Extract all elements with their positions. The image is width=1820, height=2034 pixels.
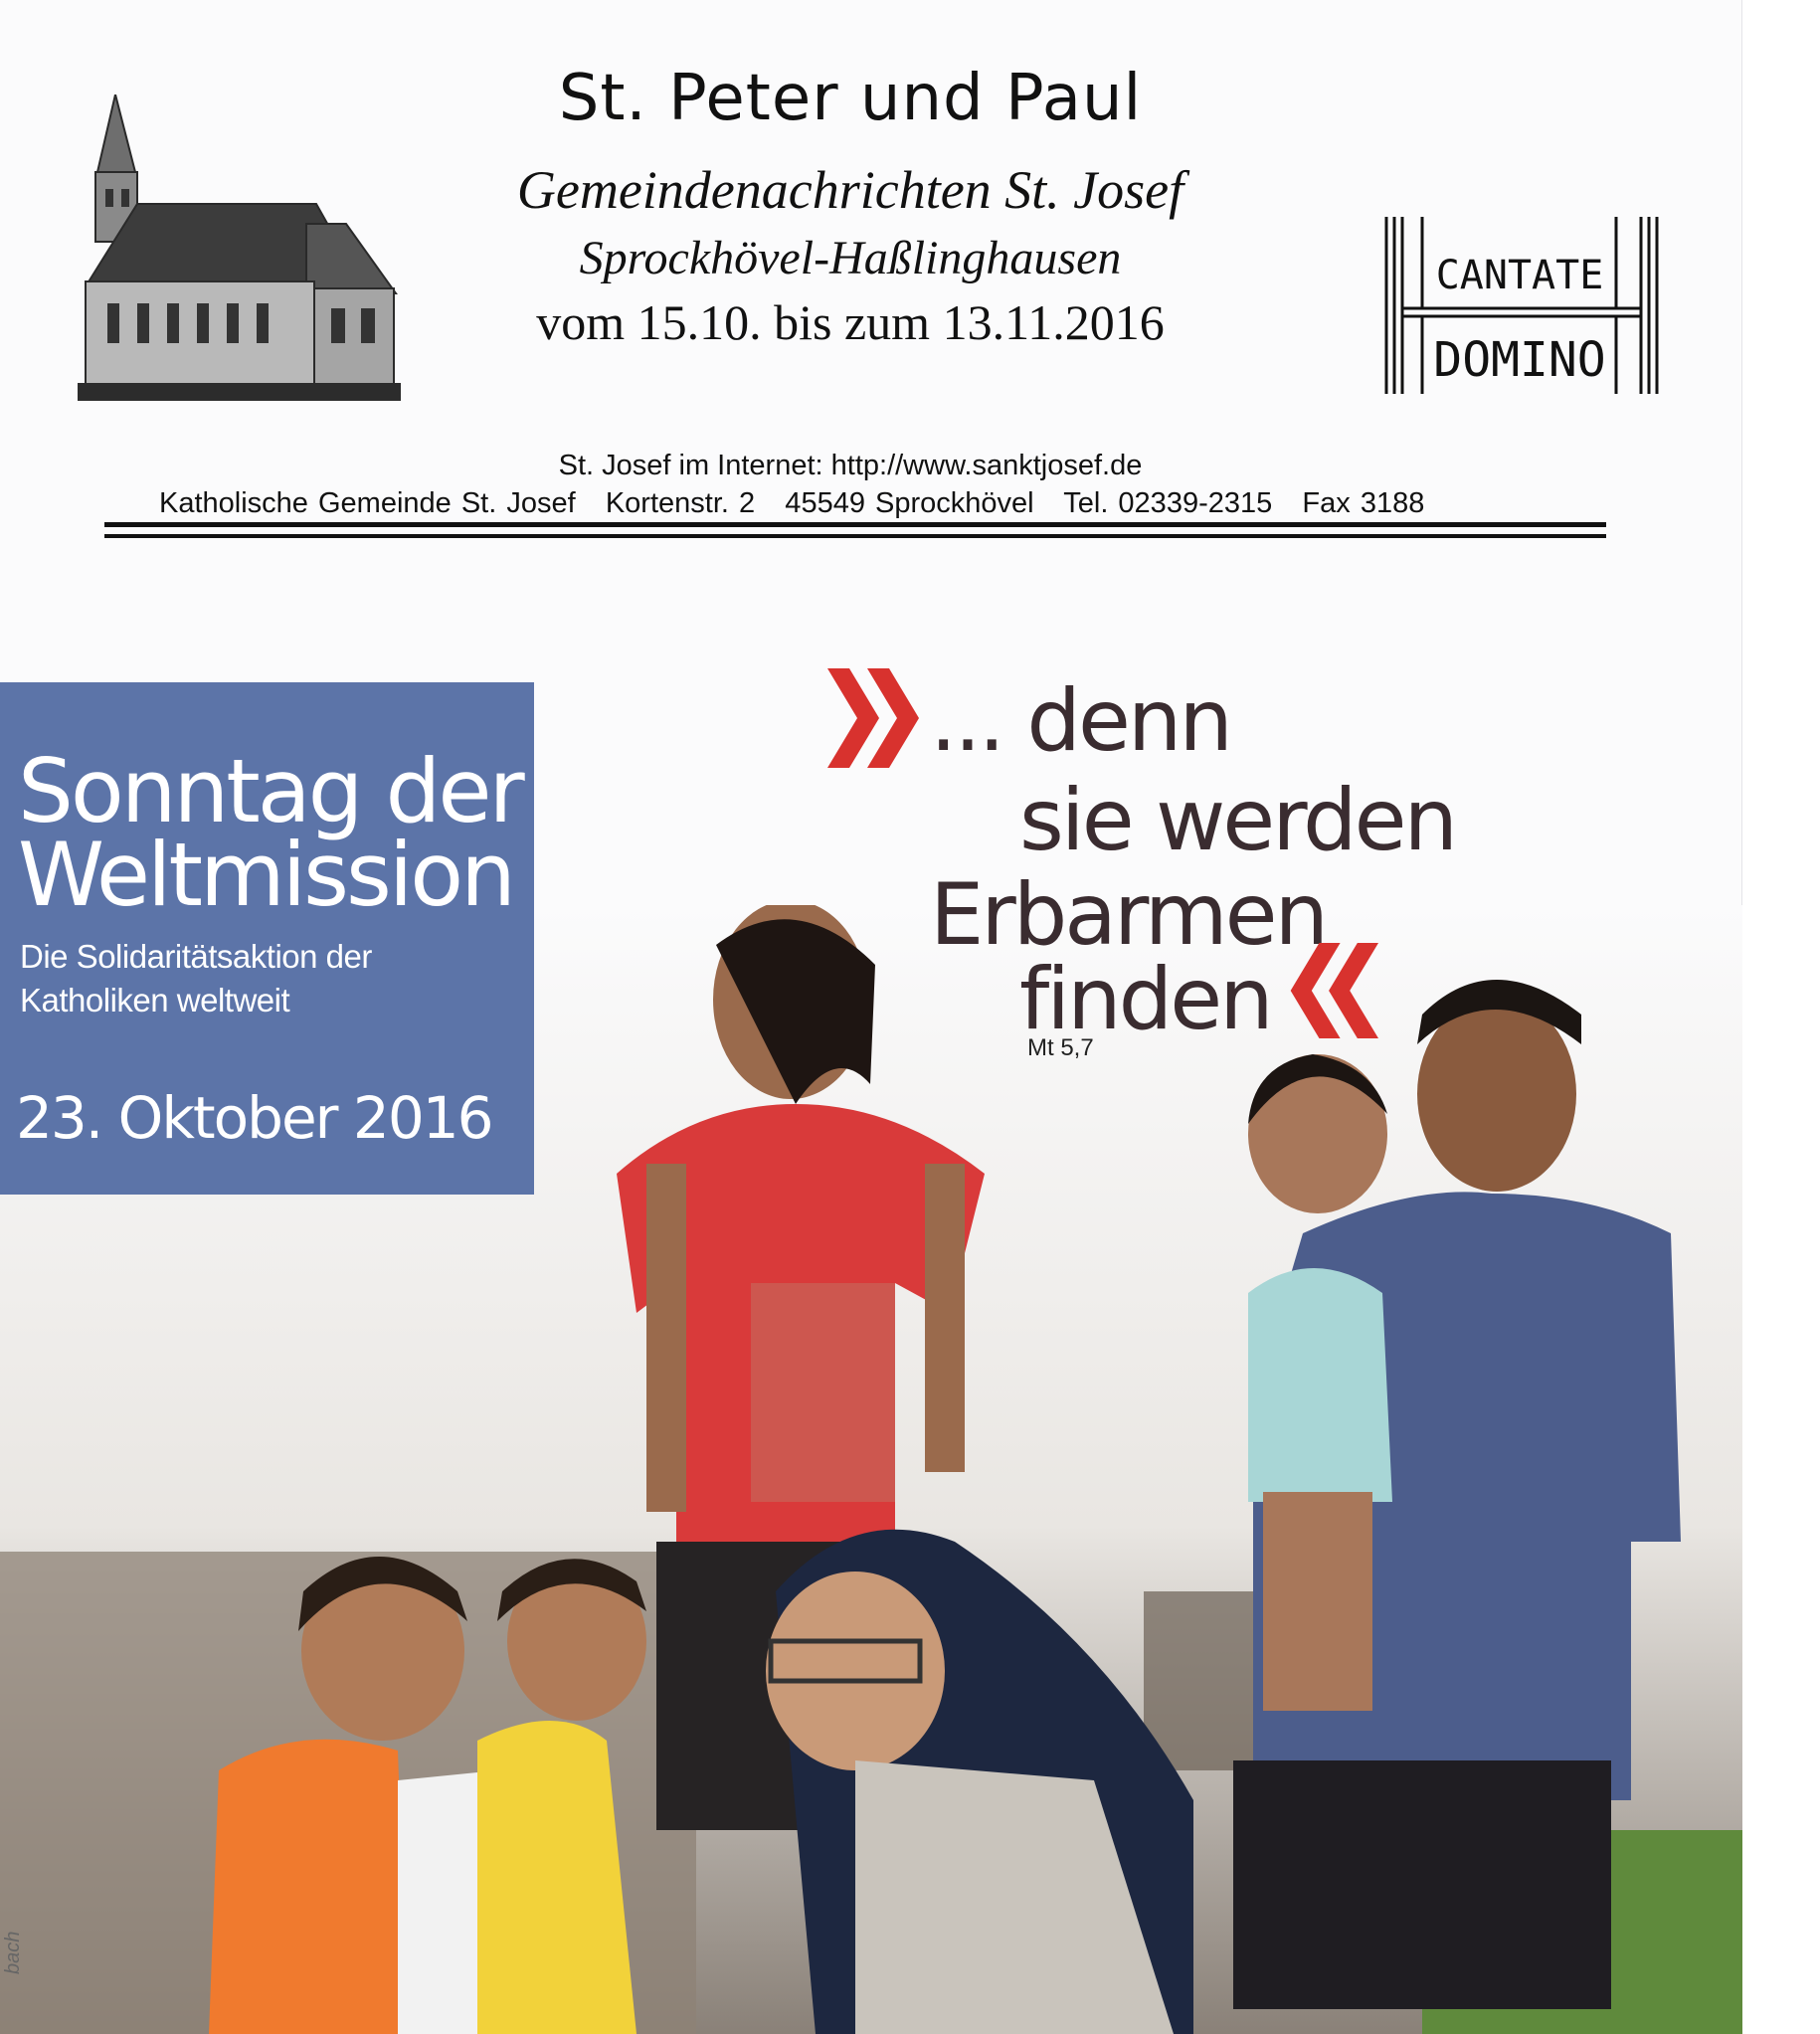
quote-line2: sie werden bbox=[1019, 771, 1458, 870]
newsletter-page: St. Peter und Paul Gemeindenachrichten S… bbox=[0, 0, 1820, 2034]
campaign-title-line2: Weltmission bbox=[18, 824, 516, 926]
campaign-subtitle: Die Solidaritätsaktion der Katholiken we… bbox=[20, 935, 372, 1022]
stamp-line1: CANTATE bbox=[1436, 253, 1604, 298]
address-line: Katholische Gemeinde St. Josef Kortenstr… bbox=[159, 487, 1425, 519]
quote-line1: ... denn bbox=[930, 671, 1233, 771]
quote-close-chevrons bbox=[1290, 943, 1378, 1038]
cantate-domino-stamp: CANTATE DOMINO bbox=[1384, 217, 1659, 394]
internet-line: St. Josef im Internet: http://www.sanktj… bbox=[558, 450, 1143, 481]
campaign-title-line1: Sonntag der bbox=[18, 740, 525, 842]
quote-reference: Mt 5,7 bbox=[1027, 1034, 1094, 1061]
header-rule-thin bbox=[104, 534, 1606, 538]
campaign-title: Sonntag der Weltmission bbox=[18, 740, 525, 926]
campaign-date: 23. Oktober 2016 bbox=[16, 1084, 494, 1152]
photo-credit: bach bbox=[2, 1931, 24, 1974]
page-edge bbox=[1741, 0, 1820, 2034]
header-rule-thick bbox=[104, 522, 1606, 527]
campaign-subtitle-line1: Die Solidaritätsaktion der bbox=[20, 938, 372, 975]
quote-open-chevrons bbox=[827, 668, 919, 768]
campaign-subtitle-line2: Katholiken weltweit bbox=[20, 982, 290, 1018]
parish-name: St. Peter und Paul bbox=[558, 62, 1143, 135]
newsletter-title: Gemeindenachrichten St. Josef bbox=[516, 160, 1184, 220]
stamp-line2: DOMINO bbox=[1433, 332, 1605, 388]
campaign-box: Sonntag der Weltmission Die Solidaritäts… bbox=[0, 682, 534, 1195]
